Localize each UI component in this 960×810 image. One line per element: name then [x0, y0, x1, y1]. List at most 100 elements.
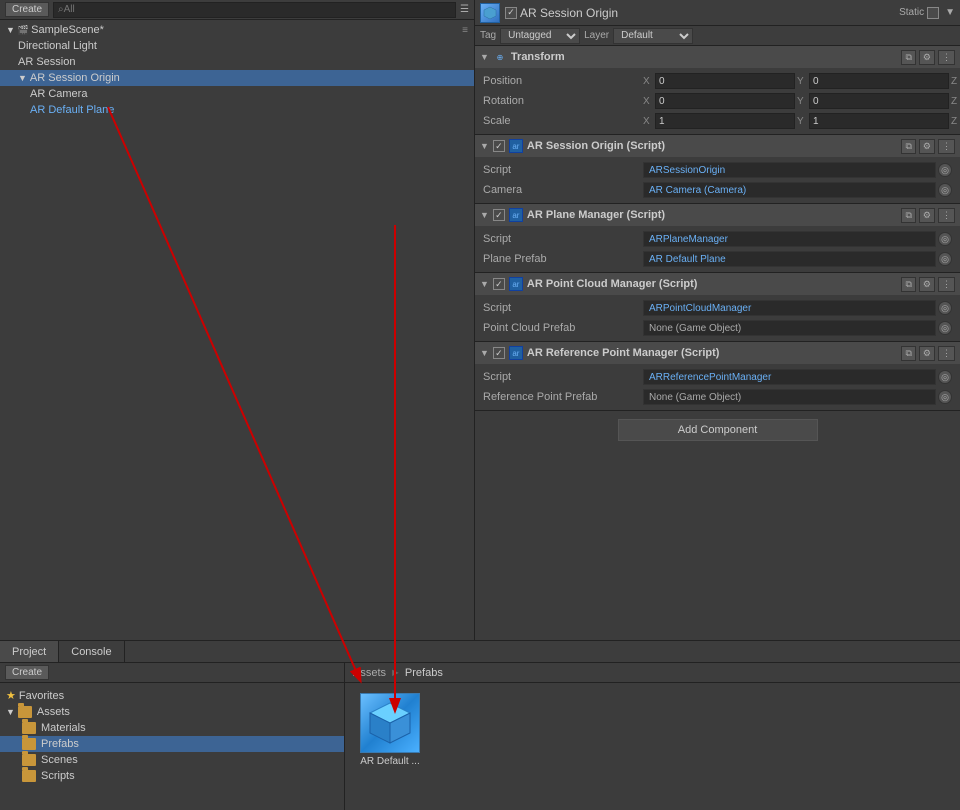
position-y-label: Y [797, 76, 807, 87]
ar-point-cloud-header[interactable]: ▼ ar AR Point Cloud Manager (Script) ⧉ ⚙… [475, 273, 960, 295]
ar-reference-point-triangle: ▼ [480, 348, 489, 358]
active-checkbox[interactable] [505, 7, 517, 19]
ar-reference-point-copy-btn[interactable]: ⧉ [901, 346, 915, 361]
cube-icon [366, 699, 414, 747]
transform-header[interactable]: ▼ ⊕ Transform ⧉ ⚙ ⋮ [475, 46, 960, 68]
ar-reference-point-section: ▼ ar AR Reference Point Manager (Script)… [475, 342, 960, 411]
ar-session-camera-value-container: AR Camera (Camera) ◎ [643, 182, 952, 198]
scenes-folder-item[interactable]: Scenes [0, 752, 344, 768]
hierarchy-item-ar-camera[interactable]: AR Camera [0, 86, 474, 102]
position-x-label: X [643, 76, 653, 87]
ar-plane-prefab-select-btn[interactable]: ◎ [938, 252, 952, 266]
assets-root-item[interactable]: ▼ Assets [0, 704, 344, 720]
ar-plane-manager-menu-btn[interactable]: ⋮ [938, 208, 955, 223]
ar-ref-point-prefab-select-btn[interactable]: ◎ [938, 390, 952, 404]
hierarchy-menu-icon[interactable]: ☰ [460, 4, 469, 15]
ar-reference-point-active-checkbox[interactable] [493, 347, 505, 359]
rotation-xyz: X Y Z [643, 93, 960, 109]
ar-point-cloud-triangle: ▼ [480, 279, 489, 289]
ar-session-origin-comp-triangle: ▼ [480, 141, 489, 151]
ar-reference-point-settings-btn[interactable]: ⚙ [919, 346, 935, 361]
transform-body: Position X Y Z Rotation X [475, 68, 960, 134]
ar-ref-point-script-label: Script [483, 371, 643, 383]
scene-item[interactable]: ▼ 🎬 SampleScene* ≡ [0, 22, 474, 38]
ar-point-cloud-active-checkbox[interactable] [493, 278, 505, 290]
ar-point-cloud-settings-btn[interactable]: ⚙ [919, 277, 935, 292]
ar-point-cloud-script-select-btn[interactable]: ◎ [938, 301, 952, 315]
ar-default-plane-name: AR Default ... [360, 756, 419, 767]
ar-plane-prefab-value[interactable]: AR Default Plane [643, 251, 936, 267]
scale-y-label: Y [797, 116, 807, 127]
ar-ref-point-script-select-btn[interactable]: ◎ [938, 370, 952, 384]
tab-project[interactable]: Project [0, 641, 59, 662]
hierarchy-item-ar-default-plane[interactable]: AR Default Plane [0, 102, 474, 118]
hierarchy-item-ar-session-origin[interactable]: ▼ AR Session Origin [0, 70, 474, 86]
ar-session-script-value[interactable]: ARSessionOrigin [643, 162, 936, 178]
ar-point-cloud-prefab-label: Point Cloud Prefab [483, 322, 643, 334]
ar-point-cloud-prefab-select-btn[interactable]: ◎ [938, 321, 952, 335]
ar-session-script-select-btn[interactable]: ◎ [938, 163, 952, 177]
prefabs-folder-item[interactable]: Prefabs [0, 736, 344, 752]
ar-plane-manager-active-checkbox[interactable] [493, 209, 505, 221]
layer-label: Layer [584, 30, 609, 41]
ar-plane-prefab-label: Plane Prefab [483, 253, 643, 265]
static-checkbox[interactable] [927, 7, 939, 19]
ar-plane-manager-body: Script ARPlaneManager ◎ Plane Prefab AR … [475, 226, 960, 272]
rotation-y-input[interactable] [809, 93, 949, 109]
materials-folder-item[interactable]: Materials [0, 720, 344, 736]
scale-y-input[interactable] [809, 113, 949, 129]
inspector-menu-icon[interactable]: ▼ [945, 7, 955, 18]
ar-plane-manager-copy-btn[interactable]: ⧉ [901, 208, 915, 223]
add-component-button[interactable]: Add Component [618, 419, 818, 441]
ar-plane-manager-header[interactable]: ▼ ar AR Plane Manager (Script) ⧉ ⚙ ⋮ [475, 204, 960, 226]
materials-folder-icon [22, 722, 36, 734]
position-x-input[interactable] [655, 73, 795, 89]
tag-dropdown[interactable]: Untagged [500, 28, 580, 44]
ar-ref-point-script-value[interactable]: ARReferencePointManager [643, 369, 936, 385]
ar-point-cloud-script-value[interactable]: ARPointCloudManager [643, 300, 936, 316]
ar-point-cloud-copy-btn[interactable]: ⧉ [901, 277, 915, 292]
ar-session-origin-header[interactable]: ▼ ar AR Session Origin (Script) ⧉ ⚙ ⋮ [475, 135, 960, 157]
scripts-folder-item[interactable]: Scripts [0, 768, 344, 784]
ar-session-origin-copy-btn[interactable]: ⧉ [901, 139, 915, 154]
ar-session-label: AR Session [18, 56, 75, 68]
hierarchy-item-ar-session[interactable]: AR Session [0, 54, 474, 70]
rotation-x-input[interactable] [655, 93, 795, 109]
ar-session-camera-value[interactable]: AR Camera (Camera) [643, 182, 936, 198]
tab-console[interactable]: Console [59, 641, 124, 662]
transform-copy-btn[interactable]: ⧉ [901, 50, 915, 65]
ar-ref-point-prefab-value[interactable]: None (Game Object) [643, 389, 936, 405]
ar-plane-script-value[interactable]: ARPlaneManager [643, 231, 936, 247]
asset-grid: AR Default ... [345, 683, 960, 810]
search-input[interactable] [53, 2, 456, 18]
transform-settings-btn[interactable]: ⚙ [919, 50, 935, 65]
ar-default-plane-asset[interactable]: AR Default ... [355, 693, 425, 767]
ar-session-origin-section: ▼ ar AR Session Origin (Script) ⧉ ⚙ ⋮ Sc… [475, 135, 960, 204]
bottom-create-button[interactable]: Create [5, 665, 49, 680]
ar-plane-script-select-btn[interactable]: ◎ [938, 232, 952, 246]
transform-menu-btn[interactable]: ⋮ [938, 50, 955, 65]
ar-session-origin-settings-btn[interactable]: ⚙ [919, 139, 935, 154]
create-button[interactable]: Create [5, 2, 49, 17]
scene-options-icon[interactable]: ≡ [462, 25, 468, 36]
breadcrumb: Assets ► Prefabs [345, 663, 960, 683]
ar-plane-manager-section: ▼ ar AR Plane Manager (Script) ⧉ ⚙ ⋮ Scr… [475, 204, 960, 273]
ar-session-origin-menu-btn[interactable]: ⋮ [938, 139, 955, 154]
ar-plane-manager-settings-btn[interactable]: ⚙ [919, 208, 935, 223]
ar-point-cloud-prefab-value[interactable]: None (Game Object) [643, 320, 936, 336]
ar-reference-point-header[interactable]: ▼ ar AR Reference Point Manager (Script)… [475, 342, 960, 364]
scale-x-input[interactable] [655, 113, 795, 129]
ar-point-cloud-menu-btn[interactable]: ⋮ [938, 277, 955, 292]
favorites-item[interactable]: ★ Favorites [0, 687, 344, 704]
layer-dropdown[interactable]: Default [613, 28, 693, 44]
search-area [53, 2, 456, 18]
ar-point-cloud-script-row: Script ARPointCloudManager ◎ [475, 298, 960, 318]
ar-session-camera-select-btn[interactable]: ◎ [938, 183, 952, 197]
ar-point-cloud-prefab-value-container: None (Game Object) ◎ [643, 320, 952, 336]
ar-reference-point-menu-btn[interactable]: ⋮ [938, 346, 955, 361]
ar-session-camera-label: Camera [483, 184, 643, 196]
ar-session-origin-active-checkbox[interactable] [493, 140, 505, 152]
rotation-row: Rotation X Y Z [475, 91, 960, 111]
position-y-input[interactable] [809, 73, 949, 89]
hierarchy-item-directional-light[interactable]: Directional Light [0, 38, 474, 54]
